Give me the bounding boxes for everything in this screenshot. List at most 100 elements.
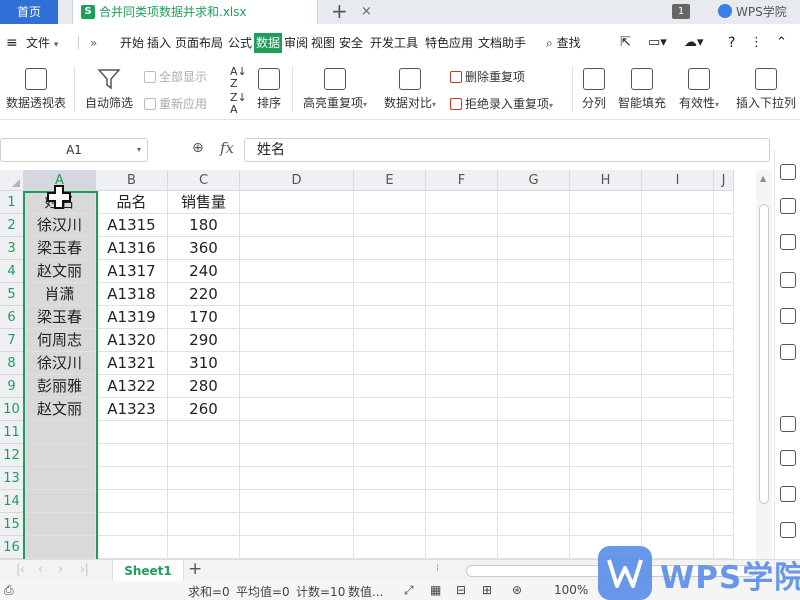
cell-e3[interactable] [354,237,426,260]
cell-f1[interactable] [426,191,498,214]
name-box[interactable]: A1 [0,138,148,162]
cell-h6[interactable] [570,306,642,329]
pivot-table-button[interactable]: 数据透视表 [4,68,68,111]
cell-a8[interactable]: 徐汉川 [24,352,96,375]
cell-d1[interactable] [240,191,354,214]
column-header-g[interactable]: G [498,170,570,191]
cell-g14[interactable] [498,490,570,513]
cell-h2[interactable] [570,214,642,237]
cell-d4[interactable] [240,260,354,283]
cell-g11[interactable] [498,421,570,444]
highlight-duplicates-button[interactable]: 高亮重复项▾ [298,68,372,111]
cell-h1[interactable] [570,191,642,214]
cell-b8[interactable]: A1321 [96,352,168,375]
normal-view-icon[interactable]: ▦ [430,583,441,597]
page-layout-view-icon[interactable]: ⊟ [456,583,466,597]
cell-e7[interactable] [354,329,426,352]
chevron-down-icon[interactable]: ▾ [137,138,141,162]
more-tabs-icon[interactable]: » [90,30,97,56]
zoom-formula-icon[interactable]: ⊕ [192,140,204,156]
cloud-sync-icon[interactable]: ☁▾ [684,30,704,56]
tab-data[interactable]: 数据 [254,33,283,53]
cell-a16[interactable] [24,536,96,559]
insert-dropdown-button[interactable]: 插入下拉列 [732,68,800,111]
cell-f16[interactable] [426,536,498,559]
cell-g2[interactable] [498,214,570,237]
tab-developer[interactable]: 开发工具 [370,30,418,56]
column-header-c[interactable]: C [168,170,240,191]
chart-icon[interactable] [780,344,796,360]
column-header-d[interactable]: D [240,170,354,191]
cell-f5[interactable] [426,283,498,306]
cell-i10[interactable] [642,398,714,421]
cell-e11[interactable] [354,421,426,444]
cell-j7[interactable] [714,329,734,352]
cell-j8[interactable] [714,352,734,375]
cell-d5[interactable] [240,283,354,306]
cell-i1[interactable] [642,191,714,214]
cell-e10[interactable] [354,398,426,421]
cell-e8[interactable] [354,352,426,375]
cell-i5[interactable] [642,283,714,306]
cell-c9[interactable]: 280 [168,375,240,398]
cell-d16[interactable] [240,536,354,559]
cell-b11[interactable] [96,421,168,444]
cell-e12[interactable] [354,444,426,467]
cell-j12[interactable] [714,444,734,467]
cell-j2[interactable] [714,214,734,237]
cell-h11[interactable] [570,421,642,444]
cell-i14[interactable] [642,490,714,513]
validity-button[interactable]: 有效性▾ [674,68,724,111]
cell-b3[interactable]: A1316 [96,237,168,260]
cell-f14[interactable] [426,490,498,513]
cell-j4[interactable] [714,260,734,283]
cell-g1[interactable] [498,191,570,214]
cell-e13[interactable] [354,467,426,490]
cell-c2[interactable]: 180 [168,214,240,237]
cell-a6[interactable]: 梁玉春 [24,306,96,329]
select-pointer-icon[interactable] [780,164,796,180]
row-header[interactable]: 11 [0,421,24,444]
wps-academy-link[interactable]: WPS学院 [718,0,787,24]
cell-h13[interactable] [570,467,642,490]
new-tab-button[interactable]: + [331,0,348,22]
cell-g9[interactable] [498,375,570,398]
cell-i11[interactable] [642,421,714,444]
cell-g8[interactable] [498,352,570,375]
cell-g7[interactable] [498,329,570,352]
row-header[interactable]: 9 [0,375,24,398]
cell-h9[interactable] [570,375,642,398]
row-header[interactable]: 16 [0,536,24,559]
share-icon[interactable]: ⇱ [620,30,631,56]
cell-g12[interactable] [498,444,570,467]
cell-i12[interactable] [642,444,714,467]
cell-e1[interactable] [354,191,426,214]
cell-b15[interactable] [96,513,168,536]
column-header-b[interactable]: B [96,170,168,191]
cell-h3[interactable] [570,237,642,260]
cell-c16[interactable] [168,536,240,559]
cell-b9[interactable]: A1322 [96,375,168,398]
table-icon[interactable] [780,272,796,288]
cell-a14[interactable] [24,490,96,513]
column-header-j[interactable]: J [714,170,734,191]
tab-document[interactable]: S 合并同类项数据并求和.xlsx × [72,0,372,24]
apps-icon[interactable] [780,308,796,324]
tab-split-handle-icon[interactable]: ⁞ [436,563,439,574]
tab-page-layout[interactable]: 页面布局 [175,30,223,56]
cell-i9[interactable] [642,375,714,398]
cell-c8[interactable]: 310 [168,352,240,375]
sort-ascending-icon[interactable]: A↓ Z [230,66,247,90]
tab-start[interactable]: 开始 [120,30,144,56]
insert-function-icon[interactable]: fx [220,139,234,157]
cell-e16[interactable] [354,536,426,559]
cell-j13[interactable] [714,467,734,490]
select-all-corner[interactable] [0,170,24,191]
cell-e15[interactable] [354,513,426,536]
cell-d11[interactable] [240,421,354,444]
remove-duplicates-button[interactable]: 删除重复项 [450,68,525,85]
cell-h14[interactable] [570,490,642,513]
fullscreen-icon[interactable]: ⤢ [404,583,414,598]
cell-j15[interactable] [714,513,734,536]
hamburger-icon[interactable]: ≡ [6,30,18,56]
